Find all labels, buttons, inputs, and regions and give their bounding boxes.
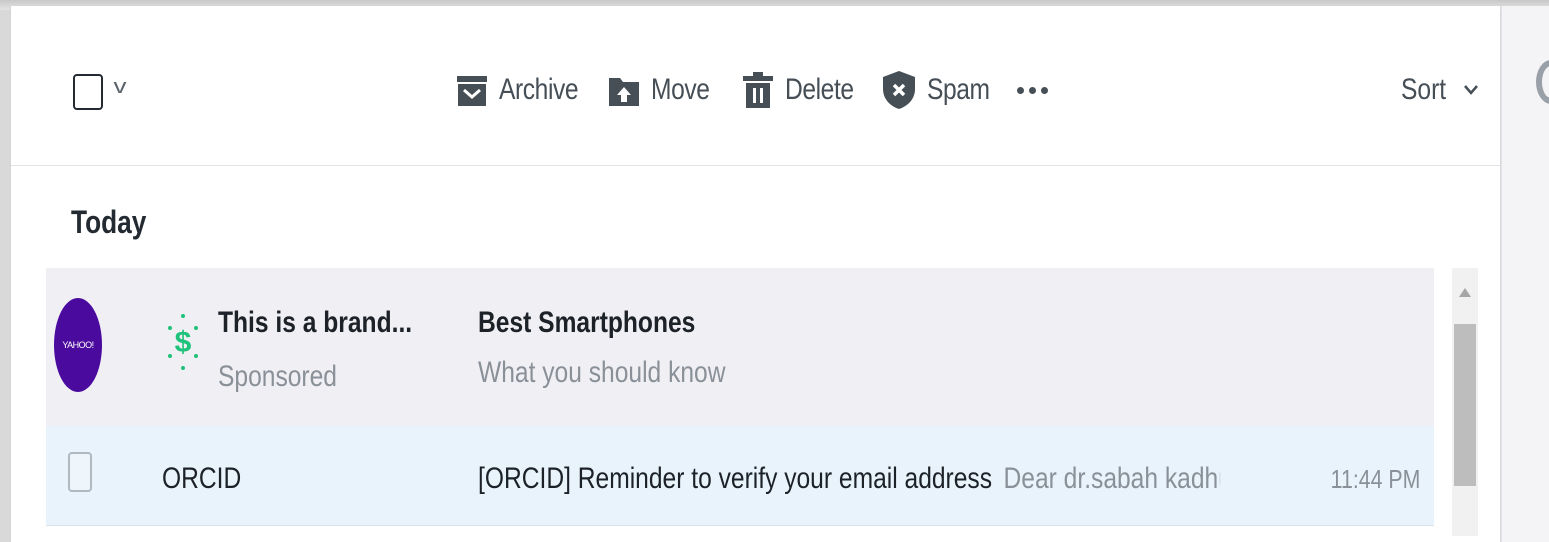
message-sender: ORCID	[162, 462, 242, 495]
folder-move-icon	[609, 78, 639, 106]
shield-spam-icon	[883, 71, 915, 109]
delete-button[interactable]: Delete	[743, 68, 869, 112]
trash-icon	[743, 72, 773, 108]
more-actions-icon[interactable]	[1017, 68, 1048, 112]
archive-label: Archive	[499, 73, 579, 106]
chevron-down-icon[interactable]: v	[114, 76, 127, 99]
message-checkbox[interactable]	[68, 452, 92, 492]
sort-button[interactable]: Sort	[1401, 68, 1478, 112]
ad-snippet: What you should know	[478, 356, 726, 389]
spam-button[interactable]: Spam	[883, 68, 1003, 112]
right-sidebar-rail	[1501, 6, 1549, 542]
message-row[interactable]: ORCID [ORCID] Reminder to verify your em…	[46, 426, 1434, 526]
sort-label: Sort	[1401, 73, 1447, 106]
sponsored-label: Sponsored	[218, 360, 337, 393]
advertiser-logo: YAHOO!	[54, 298, 102, 392]
message-time: 11:44 PM	[1330, 464, 1420, 494]
sponsored-message-row[interactable]: YAHOO! $ This is a brand... Sponsored Be…	[46, 268, 1434, 426]
scrollbar-thumb[interactable]	[1454, 324, 1476, 486]
archive-button[interactable]: Archive	[457, 68, 596, 112]
message-subject: [ORCID] Reminder to verify your email ad…	[478, 462, 993, 495]
move-label: Move	[651, 73, 710, 106]
archive-icon	[457, 76, 487, 106]
ad-sender: This is a brand...	[218, 306, 413, 339]
svg-text:$: $	[175, 326, 192, 359]
move-button[interactable]: Move	[609, 68, 722, 112]
spam-label: Spam	[927, 73, 990, 106]
advertiser-logo-text: YAHOO!	[62, 340, 94, 350]
message-preview: Dear dr.sabah kadhum, Th	[1003, 462, 1221, 495]
ad-subject: Best Smartphones	[478, 306, 696, 339]
message-list-scrollbar[interactable]	[1452, 268, 1478, 536]
account-avatar-icon[interactable]	[1536, 60, 1549, 104]
delete-label: Delete	[785, 73, 854, 106]
select-all-checkbox[interactable]	[73, 74, 103, 110]
sponsored-dollar-icon: $	[168, 314, 198, 370]
chevron-down-icon	[1464, 85, 1478, 95]
message-toolbar: v Archive Move Delete Spam Sort	[11, 6, 1501, 166]
message-summary: [ORCID] Reminder to verify your email ad…	[478, 462, 1220, 496]
scroll-up-arrow-icon[interactable]	[1459, 288, 1471, 297]
date-group-heading: Today	[71, 204, 147, 240]
